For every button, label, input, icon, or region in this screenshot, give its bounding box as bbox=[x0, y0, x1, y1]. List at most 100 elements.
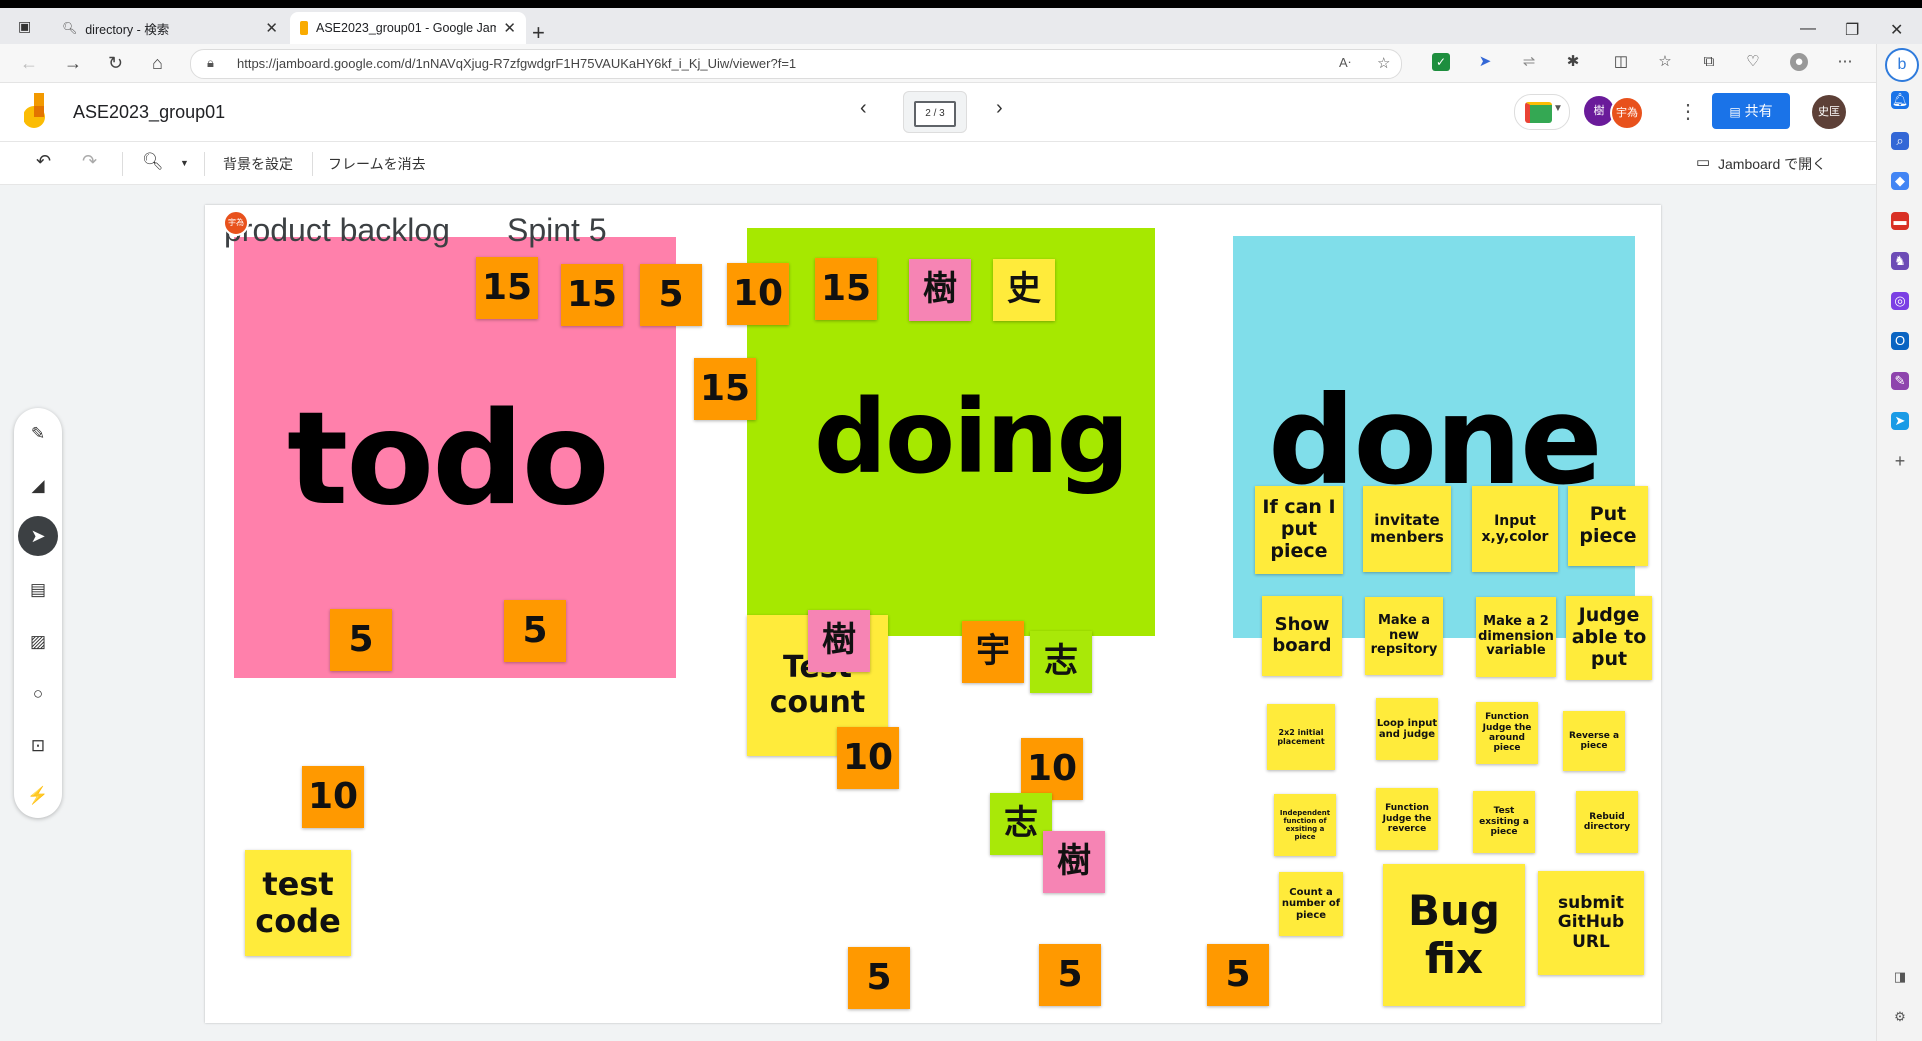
set-background-button[interactable]: 背景を設定 bbox=[223, 154, 293, 174]
meet-button[interactable]: ▼ bbox=[1514, 94, 1570, 130]
microsoft365-icon[interactable]: ◎ bbox=[1891, 292, 1909, 310]
user-avatar[interactable]: 史匡 bbox=[1812, 95, 1846, 129]
favorite-star-icon[interactable]: ☆ bbox=[1377, 54, 1390, 72]
close-icon[interactable]: ✕ bbox=[265, 19, 278, 37]
sticky-note-member[interactable]: 樹 bbox=[1043, 831, 1105, 893]
minimize-icon[interactable]: — bbox=[1800, 20, 1816, 38]
sticky-note-task[interactable]: Make a 2 dimension variable bbox=[1476, 597, 1556, 677]
sticky-note-points[interactable]: 5 bbox=[330, 609, 392, 671]
refresh-icon[interactable]: ↻ bbox=[108, 53, 123, 74]
sticky-note-task[interactable]: Show board bbox=[1262, 596, 1342, 676]
extension-check-icon[interactable]: ✓ bbox=[1432, 53, 1450, 71]
laser-icon[interactable]: ⚡ bbox=[26, 784, 50, 808]
extensions-icon[interactable]: ✱ bbox=[1564, 53, 1582, 71]
undo-icon[interactable]: ↶ bbox=[36, 151, 51, 172]
select-icon[interactable]: ➤ bbox=[18, 516, 58, 556]
url-field[interactable]: 🔒︎ https://jamboard.google.com/d/1nNAVqX… bbox=[190, 49, 1402, 79]
frame-navigator[interactable]: 2 / 3 bbox=[903, 91, 967, 133]
split-screen-icon[interactable]: ◫ bbox=[1612, 53, 1630, 71]
read-aloud-icon[interactable]: Aᐧ bbox=[1339, 55, 1351, 71]
sticky-note-member[interactable]: 樹 bbox=[808, 610, 870, 672]
sticky-note-task[interactable]: Loop input and judge bbox=[1376, 698, 1438, 760]
browser-essentials-icon[interactable]: ♡ bbox=[1744, 53, 1762, 71]
sticky-note-points[interactable]: 5 bbox=[640, 264, 702, 326]
back-icon[interactable]: ← bbox=[20, 53, 38, 74]
open-in-jamboard-button[interactable]: Jamboard で開く bbox=[1718, 154, 1826, 174]
sticky-note-task[interactable]: Input x,y,color bbox=[1472, 486, 1558, 572]
send-icon[interactable]: ➤ bbox=[1891, 412, 1909, 430]
tab-actions-icon[interactable]: ▣ bbox=[18, 18, 31, 35]
shopping-icon[interactable]: ◆ bbox=[1891, 172, 1909, 190]
next-frame-icon[interactable]: › bbox=[996, 97, 1003, 120]
forward-icon[interactable]: → bbox=[64, 53, 82, 74]
sticky-note-member[interactable]: 樹 bbox=[909, 259, 971, 321]
tab-jamboard[interactable]: ASE2023_group01 - Google Jamboard ✕ bbox=[290, 12, 526, 44]
sticky-note-member[interactable]: 史 bbox=[993, 259, 1055, 321]
sticky-note-task[interactable]: Independent function of exsiting a piece bbox=[1274, 794, 1336, 856]
sticky-note-points[interactable]: 15 bbox=[815, 258, 877, 320]
search-icon[interactable]: ⌕ bbox=[1891, 132, 1909, 150]
pen-icon[interactable]: ✎ bbox=[26, 422, 50, 446]
clear-frame-button[interactable]: フレームを消去 bbox=[328, 154, 426, 174]
sticky-note-task[interactable]: Bug fix bbox=[1383, 864, 1525, 1006]
close-icon[interactable]: ✕ bbox=[503, 19, 516, 37]
outlook-icon[interactable]: O bbox=[1891, 332, 1909, 350]
sticky-note-points[interactable]: 5 bbox=[1039, 944, 1101, 1006]
tools-icon[interactable]: ▬ bbox=[1891, 212, 1909, 230]
sticky-note-task[interactable]: Reverse a piece bbox=[1563, 711, 1625, 771]
maximize-icon[interactable]: ❐ bbox=[1845, 20, 1859, 40]
sticky-note-points[interactable]: 15 bbox=[694, 358, 756, 420]
designer-icon[interactable]: ✎ bbox=[1891, 372, 1909, 390]
more-menu-icon[interactable]: ⋯ bbox=[1836, 53, 1854, 71]
copilot-icon[interactable]: b bbox=[1885, 48, 1919, 82]
profile-icon[interactable]: ● bbox=[1790, 53, 1808, 71]
sticky-note-task[interactable]: Function Judge the around piece bbox=[1476, 702, 1538, 764]
redo-icon[interactable]: ↷ bbox=[82, 151, 97, 172]
sticky-note-task[interactable]: Test exsiting a piece bbox=[1473, 791, 1535, 853]
sticky-note-points[interactable]: 5 bbox=[504, 600, 566, 662]
sticky-note-task[interactable]: Judge able to put bbox=[1566, 596, 1652, 680]
eraser-icon[interactable]: ◢ bbox=[26, 474, 50, 498]
sticky-note-points[interactable]: 10 bbox=[1021, 738, 1083, 800]
sidebar-settings-icon[interactable]: ⚙ bbox=[1891, 1008, 1909, 1026]
close-window-icon[interactable]: ✕ bbox=[1890, 20, 1903, 40]
sticky-note-points[interactable]: 15 bbox=[561, 264, 623, 326]
text-box-icon[interactable]: ⊡ bbox=[26, 734, 50, 758]
sticky-note-points[interactable]: 10 bbox=[302, 766, 364, 828]
sticky-note-points[interactable]: 5 bbox=[848, 947, 910, 1009]
sticky-note-points[interactable]: 15 bbox=[476, 257, 538, 319]
extension-arrow-icon[interactable]: ➤ bbox=[1476, 53, 1494, 71]
sticky-note-member[interactable]: 志 bbox=[1030, 631, 1092, 693]
collections-icon[interactable]: ⧉ bbox=[1700, 53, 1718, 71]
zoom-dropdown-icon[interactable]: ▼ bbox=[180, 158, 189, 168]
new-tab-icon[interactable]: + bbox=[532, 20, 545, 46]
sticky-note-task[interactable]: Count a number of piece bbox=[1279, 872, 1343, 936]
share-button[interactable]: ▤ 共有 bbox=[1712, 93, 1790, 129]
favorites-icon[interactable]: ☆ bbox=[1656, 53, 1674, 71]
sticky-note-task[interactable]: Function Judge the reverce bbox=[1376, 788, 1438, 850]
tab-search[interactable]: 🔍︎ directory - 検索 ✕ bbox=[52, 12, 288, 44]
zoom-icon[interactable]: 🔍︎ bbox=[142, 152, 164, 172]
home-icon[interactable]: ⌂ bbox=[152, 53, 163, 74]
sticky-note-task[interactable]: Make a new repsitory bbox=[1365, 597, 1443, 675]
sticky-note-points[interactable]: 10 bbox=[837, 727, 899, 789]
hide-sidebar-icon[interactable]: ◨ bbox=[1891, 968, 1909, 986]
extension-translate-icon[interactable]: ⇌ bbox=[1520, 53, 1538, 71]
sticky-note-task[interactable]: test code bbox=[245, 850, 351, 956]
more-options-icon[interactable]: ⋮ bbox=[1678, 99, 1698, 124]
sticky-note-points[interactable]: 10 bbox=[727, 263, 789, 325]
sticky-note-icon[interactable]: ▤ bbox=[26, 578, 50, 602]
sticky-note-task[interactable]: Put piece bbox=[1568, 486, 1648, 566]
sticky-note-task[interactable]: submit GitHub URL bbox=[1538, 871, 1644, 975]
circle-shape-icon[interactable]: ○ bbox=[26, 682, 50, 706]
document-title[interactable]: ASE2023_group01 bbox=[73, 102, 225, 123]
notifications-icon[interactable]: 🔔︎ bbox=[1891, 91, 1909, 109]
previous-frame-icon[interactable]: ‹ bbox=[860, 97, 867, 120]
sticky-note-task[interactable]: If can I put piece bbox=[1255, 486, 1343, 574]
sticky-note-task[interactable]: Rebuid directory bbox=[1576, 791, 1638, 853]
sticky-note-member[interactable]: 宇 bbox=[962, 621, 1024, 683]
image-icon[interactable]: ▨ bbox=[26, 630, 50, 654]
add-sidebar-app-icon[interactable]: + bbox=[1891, 452, 1909, 470]
sticky-note-points[interactable]: 5 bbox=[1207, 944, 1269, 1006]
sticky-note-task[interactable]: 2x2 initial placement bbox=[1267, 704, 1335, 770]
